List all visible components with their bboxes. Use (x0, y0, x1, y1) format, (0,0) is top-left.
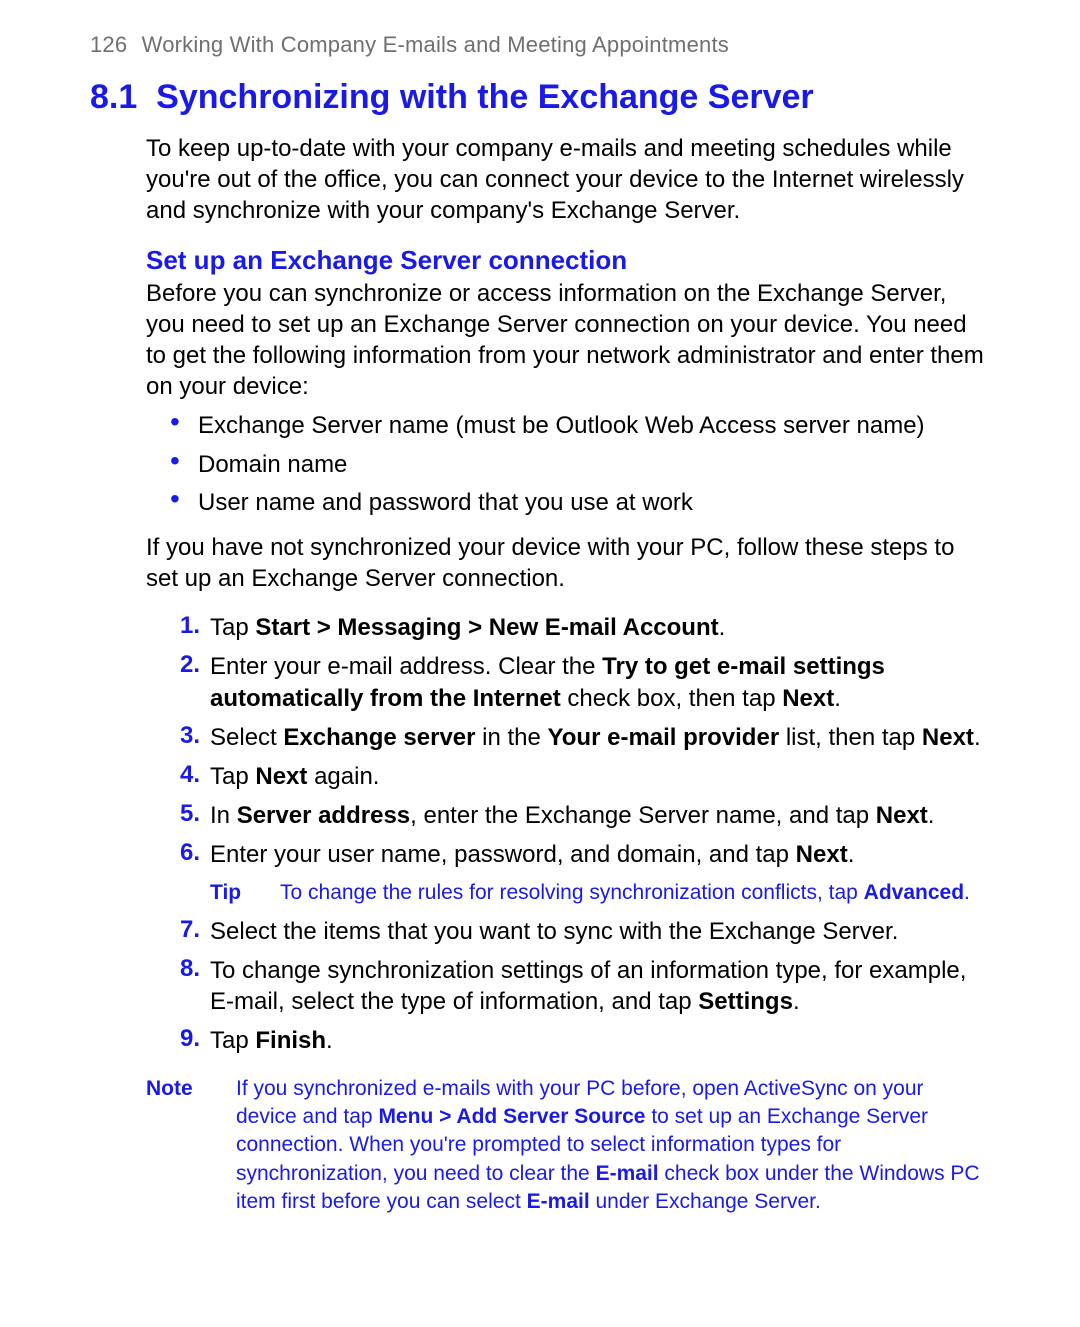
intro-paragraph: To keep up-to-date with your company e-m… (146, 133, 990, 227)
subsection-heading: Set up an Exchange Server connection (146, 245, 990, 276)
step-number: 9. (166, 1025, 210, 1056)
note-label: Note (146, 1075, 236, 1217)
note-row: Note If you synchronized e-mails with yo… (146, 1075, 990, 1217)
section-title: Synchronizing with the Exchange Server (156, 78, 814, 116)
step-text: Enter your user name, password, and doma… (210, 839, 854, 870)
step-text: Tap Next again. (210, 761, 379, 792)
bullet-item: • User name and password that you use at… (146, 487, 990, 518)
step-text: Tap Start > Messaging > New E-mail Accou… (210, 612, 725, 643)
bullet-item: • Domain name (146, 449, 990, 480)
step-number: 5. (166, 800, 210, 831)
step-number: 6. (166, 839, 210, 870)
document-page: 126 Working With Company E-mails and Mee… (0, 0, 1080, 1266)
step-number: 7. (166, 916, 210, 947)
step-item: 1. Tap Start > Messaging > New E-mail Ac… (146, 612, 990, 643)
step-number: 2. (166, 651, 210, 713)
page-number: 126 (90, 32, 127, 57)
step-item: 8. To change synchronization settings of… (146, 955, 990, 1017)
running-header: 126 Working With Company E-mails and Mee… (90, 32, 990, 58)
step-text: Select the items that you want to sync w… (210, 916, 898, 947)
section-number: 8.1 (90, 78, 137, 116)
step-text: Select Exchange server in the Your e-mai… (210, 722, 981, 753)
step-number: 1. (166, 612, 210, 643)
step-item: 2. Enter your e-mail address. Clear the … (146, 651, 990, 713)
bullet-item: • Exchange Server name (must be Outlook … (146, 410, 990, 441)
bullet-text: Domain name (198, 449, 347, 480)
bullet-text: User name and password that you use at w… (198, 487, 693, 518)
step-item: 3. Select Exchange server in the Your e-… (146, 722, 990, 753)
step-item: 6. Enter your user name, password, and d… (146, 839, 990, 870)
tip-row: Tip To change the rules for resolving sy… (146, 879, 990, 906)
step-text: Tap Finish. (210, 1025, 333, 1056)
section-body: To keep up-to-date with your company e-m… (146, 133, 990, 1216)
step-number: 4. (166, 761, 210, 792)
step-number: 8. (166, 955, 210, 1017)
step-item: 9. Tap Finish. (146, 1025, 990, 1056)
ordered-steps: 1. Tap Start > Messaging > New E-mail Ac… (146, 612, 990, 1056)
step-item: 5. In Server address, enter the Exchange… (146, 800, 990, 831)
bullet-text: Exchange Server name (must be Outlook We… (198, 410, 925, 441)
subsection-lead: Before you can synchronize or access inf… (146, 278, 990, 403)
section-heading: 8.1 Synchronizing with the Exchange Serv… (90, 78, 990, 117)
step-item: 4. Tap Next again. (146, 761, 990, 792)
step-text: In Server address, enter the Exchange Se… (210, 800, 934, 831)
chapter-title: Working With Company E-mails and Meeting… (142, 32, 729, 57)
step-number: 3. (166, 722, 210, 753)
tip-label: Tip (210, 879, 280, 906)
bullet-icon: • (170, 449, 198, 480)
bullet-list: • Exchange Server name (must be Outlook … (146, 410, 990, 518)
step-item: 7. Select the items that you want to syn… (146, 916, 990, 947)
note-text: If you synchronized e-mails with your PC… (236, 1075, 990, 1217)
step-text: Enter your e-mail address. Clear the Try… (210, 651, 990, 713)
tip-text: To change the rules for resolving synchr… (280, 879, 970, 906)
step-text: To change synchronization settings of an… (210, 955, 990, 1017)
bullet-icon: • (170, 487, 198, 518)
bullet-icon: • (170, 410, 198, 441)
after-bullets-paragraph: If you have not synchronized your device… (146, 532, 990, 594)
